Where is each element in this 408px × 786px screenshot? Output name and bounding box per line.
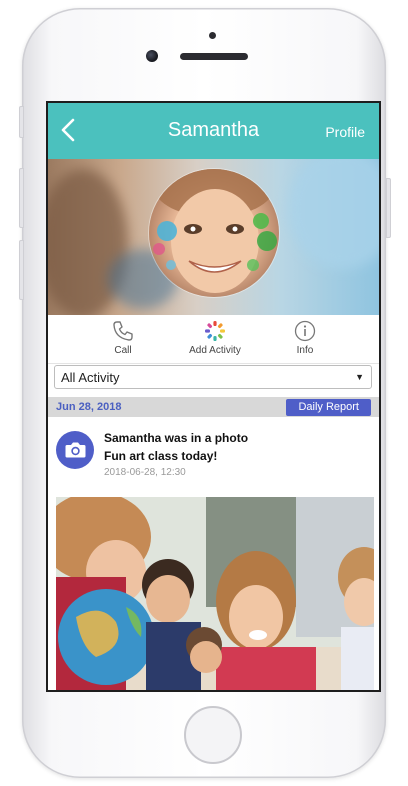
proximity-sensor — [209, 32, 216, 39]
info-button[interactable]: Info — [260, 315, 350, 363]
post-type-badge — [56, 431, 94, 469]
classroom-photo — [56, 497, 374, 690]
phone-icon — [113, 321, 133, 341]
date-label: Jun 28, 2018 — [56, 401, 122, 413]
date-header: Jun 28, 2018 Daily Report — [48, 397, 379, 417]
activity-filter-value: All Activity — [61, 370, 120, 385]
activity-filter-select[interactable]: All Activity ▼ — [54, 365, 372, 389]
call-label: Call — [114, 345, 132, 356]
earpiece-speaker — [180, 53, 248, 60]
side-button-power — [386, 178, 391, 238]
back-icon[interactable] — [58, 117, 80, 143]
post-timestamp: 2018-06-28, 12:30 — [104, 467, 186, 478]
banner-blur — [288, 159, 379, 269]
post-title: Samantha was in a photo — [104, 431, 249, 445]
add-activity-label: Add Activity — [189, 345, 241, 356]
app-screen: Samantha Profile Call Add Activity Info … — [46, 101, 381, 692]
profile-banner — [48, 159, 379, 315]
home-button[interactable] — [184, 706, 242, 764]
call-button[interactable]: Call — [78, 315, 168, 363]
camera-icon — [65, 442, 86, 458]
activity-post[interactable]: Samantha was in a photo Fun art class to… — [48, 417, 379, 497]
front-camera — [146, 50, 158, 62]
avatar[interactable] — [149, 169, 279, 297]
daily-report-button[interactable]: Daily Report — [286, 399, 371, 416]
profile-link[interactable]: Profile — [325, 124, 365, 140]
side-button-volume-down — [19, 240, 24, 300]
avatar-photo — [153, 169, 277, 293]
info-icon — [294, 320, 316, 342]
info-label: Info — [296, 345, 314, 356]
pinwheel-icon — [205, 321, 225, 341]
action-row: Call Add Activity Info — [48, 315, 379, 364]
chevron-down-icon: ▼ — [355, 372, 364, 382]
navigation-bar: Samantha Profile — [48, 103, 379, 159]
side-button-volume-up — [19, 168, 24, 228]
side-button-mute — [19, 106, 24, 138]
add-activity-button[interactable]: Add Activity — [170, 315, 260, 363]
post-photo[interactable] — [56, 497, 374, 690]
post-caption: Fun art class today! — [104, 449, 218, 463]
